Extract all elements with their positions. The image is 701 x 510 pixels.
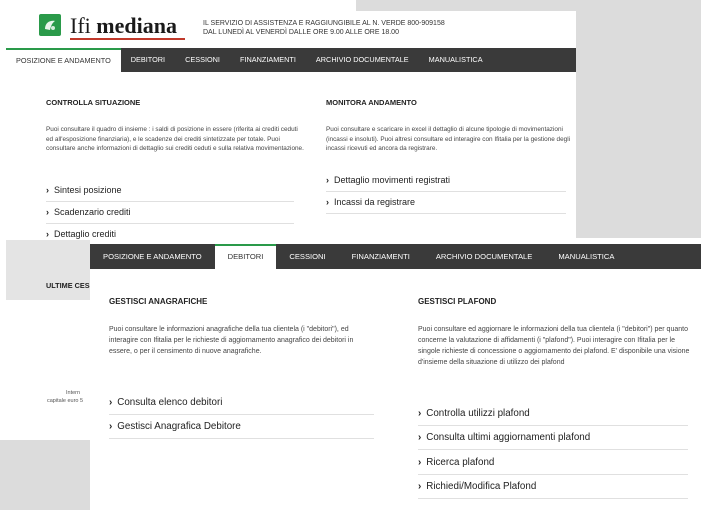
link-dettaglio-crediti[interactable]: › Dettaglio crediti xyxy=(46,229,116,239)
link-label: Dettaglio crediti xyxy=(54,229,117,239)
link-label: Richiedi/Modifica Plafond xyxy=(426,481,537,492)
logo-underline xyxy=(70,38,185,40)
service-line-2: DAL LUNEDÌ AL VENERDÌ DALLE ORE 9.00 ALL… xyxy=(203,29,399,36)
nav-tab-finanziamenti[interactable]: FINANZIAMENTI xyxy=(230,48,306,72)
nav-tab-cessioni[interactable]: CESSIONI xyxy=(276,244,338,269)
chevron-right-icon: › xyxy=(418,408,422,419)
link-divider xyxy=(46,223,294,224)
footer-text-line-1: Intern xyxy=(66,390,81,396)
page-header: Ifi mediana IL SERVIZIO DI ASSISTENZA E … xyxy=(6,11,576,47)
nav-tab-debitori[interactable]: DEBITORI xyxy=(214,244,277,269)
chevron-right-icon: › xyxy=(46,185,49,195)
link-label: Consulta ultimi aggiornamenti plafond xyxy=(426,432,591,443)
link-dettaglio-movimenti[interactable]: › Dettaglio movimenti registrati xyxy=(326,175,450,185)
link-divider xyxy=(109,414,374,415)
nav-tab-posizione[interactable]: POSIZIONE E ANDAMENTO xyxy=(6,48,121,72)
link-divider xyxy=(326,213,566,214)
link-divider xyxy=(46,201,294,202)
link-controlla-utilizzi-plafond[interactable]: › Controlla utilizzi plafond xyxy=(418,408,530,419)
service-line-1: IL SERVIZIO DI ASSISTENZA E RAGGIUNGIBIL… xyxy=(203,20,445,27)
section-desc-controlla: Puoi consultare il quadro di insieme : i… xyxy=(46,126,304,152)
chevron-right-icon: › xyxy=(109,397,113,408)
service-info: IL SERVIZIO DI ASSISTENZA E RAGGIUNGIBIL… xyxy=(203,19,445,37)
logo-wordmark[interactable]: Ifi mediana xyxy=(70,13,177,39)
ultime-cessioni-title: ULTIME CES xyxy=(46,281,90,290)
link-label: Sintesi posizione xyxy=(54,185,122,195)
chevron-right-icon: › xyxy=(418,432,422,443)
ultime-cessioni-band xyxy=(6,240,90,300)
link-label: Gestisci Anagrafica Debitore xyxy=(117,421,241,432)
nav-tab-finanziamenti[interactable]: FINANZIAMENTI xyxy=(339,244,423,269)
logo-ifi-text: Ifi xyxy=(70,13,91,38)
link-label: Ricerca plafond xyxy=(426,457,495,468)
logo-mediana-text: mediana xyxy=(96,13,177,38)
main-nav-back: POSIZIONE E ANDAMENTO DEBITORI CESSIONI … xyxy=(6,48,576,72)
nav-tab-archivio[interactable]: ARCHIVIO DOCUMENTALE xyxy=(306,48,419,72)
chevron-right-icon: › xyxy=(46,229,49,239)
nav-tab-cessioni[interactable]: CESSIONI xyxy=(175,48,230,72)
link-divider xyxy=(418,449,688,450)
chevron-right-icon: › xyxy=(418,457,422,468)
nav-tab-manualistica[interactable]: MANUALISTICA xyxy=(419,48,493,72)
link-label: Consulta elenco debitori xyxy=(117,397,223,408)
chevron-right-icon: › xyxy=(326,197,329,207)
section-desc-plafond: Puoi consultare ed aggiornare le informa… xyxy=(418,326,690,366)
link-incassi-da-registrare[interactable]: › Incassi da registrare xyxy=(326,197,415,207)
link-divider xyxy=(109,438,374,439)
section-desc-anagrafiche: Puoi consultare le informazioni anagrafi… xyxy=(109,326,354,355)
link-divider xyxy=(418,425,688,426)
ifi-logo-icon[interactable] xyxy=(39,14,61,36)
link-scadenzario-crediti[interactable]: › Scadenzario crediti xyxy=(46,207,131,217)
link-divider xyxy=(418,474,688,475)
chevron-right-icon: › xyxy=(109,421,113,432)
link-label: Controlla utilizzi plafond xyxy=(426,408,530,419)
chevron-right-icon: › xyxy=(326,175,329,185)
section-title-controlla: CONTROLLA SITUAZIONE xyxy=(46,98,141,107)
back-page-panel: Ifi mediana IL SERVIZIO DI ASSISTENZA E … xyxy=(6,11,576,240)
section-title-anagrafiche: GESTISCI ANAGRAFICHE xyxy=(109,297,208,306)
link-divider xyxy=(418,498,688,499)
main-nav-front: POSIZIONE E ANDAMENTO DEBITORI CESSIONI … xyxy=(90,244,701,269)
link-label: Dettaglio movimenti registrati xyxy=(334,175,451,185)
chevron-right-icon: › xyxy=(46,207,49,217)
front-page-panel: POSIZIONE E ANDAMENTO DEBITORI CESSIONI … xyxy=(90,244,701,510)
section-desc-monitora: Puoi consultare e scaricare in excel il … xyxy=(326,126,571,152)
section-title-monitora: MONITORA ANDAMENTO xyxy=(326,98,417,107)
link-label: Incassi da registrare xyxy=(334,197,416,207)
nav-tab-debitori[interactable]: DEBITORI xyxy=(121,48,175,72)
link-label: Scadenzario crediti xyxy=(54,207,131,217)
link-divider xyxy=(326,191,566,192)
chevron-right-icon: › xyxy=(418,481,422,492)
link-ricerca-plafond[interactable]: › Ricerca plafond xyxy=(418,457,494,468)
footer-text-line-2: capitale euro 5 xyxy=(47,398,84,404)
section-title-plafond: GESTISCI PLAFOND xyxy=(418,297,497,306)
link-sintesi-posizione[interactable]: › Sintesi posizione xyxy=(46,185,122,195)
nav-tab-archivio[interactable]: ARCHIVIO DOCUMENTALE xyxy=(423,244,545,269)
link-gestisci-anagrafica-debitore[interactable]: › Gestisci Anagrafica Debitore xyxy=(109,421,241,432)
nav-tab-posizione[interactable]: POSIZIONE E ANDAMENTO xyxy=(90,244,215,269)
link-richiedi-modifica-plafond[interactable]: › Richiedi/Modifica Plafond xyxy=(418,481,536,492)
background-gray-area-bottom xyxy=(0,440,90,510)
link-consulta-ultimi-aggiornamenti[interactable]: › Consulta ultimi aggiornamenti plafond xyxy=(418,432,590,443)
nav-tab-manualistica[interactable]: MANUALISTICA xyxy=(545,244,627,269)
link-consulta-elenco-debitori[interactable]: › Consulta elenco debitori xyxy=(109,397,222,408)
